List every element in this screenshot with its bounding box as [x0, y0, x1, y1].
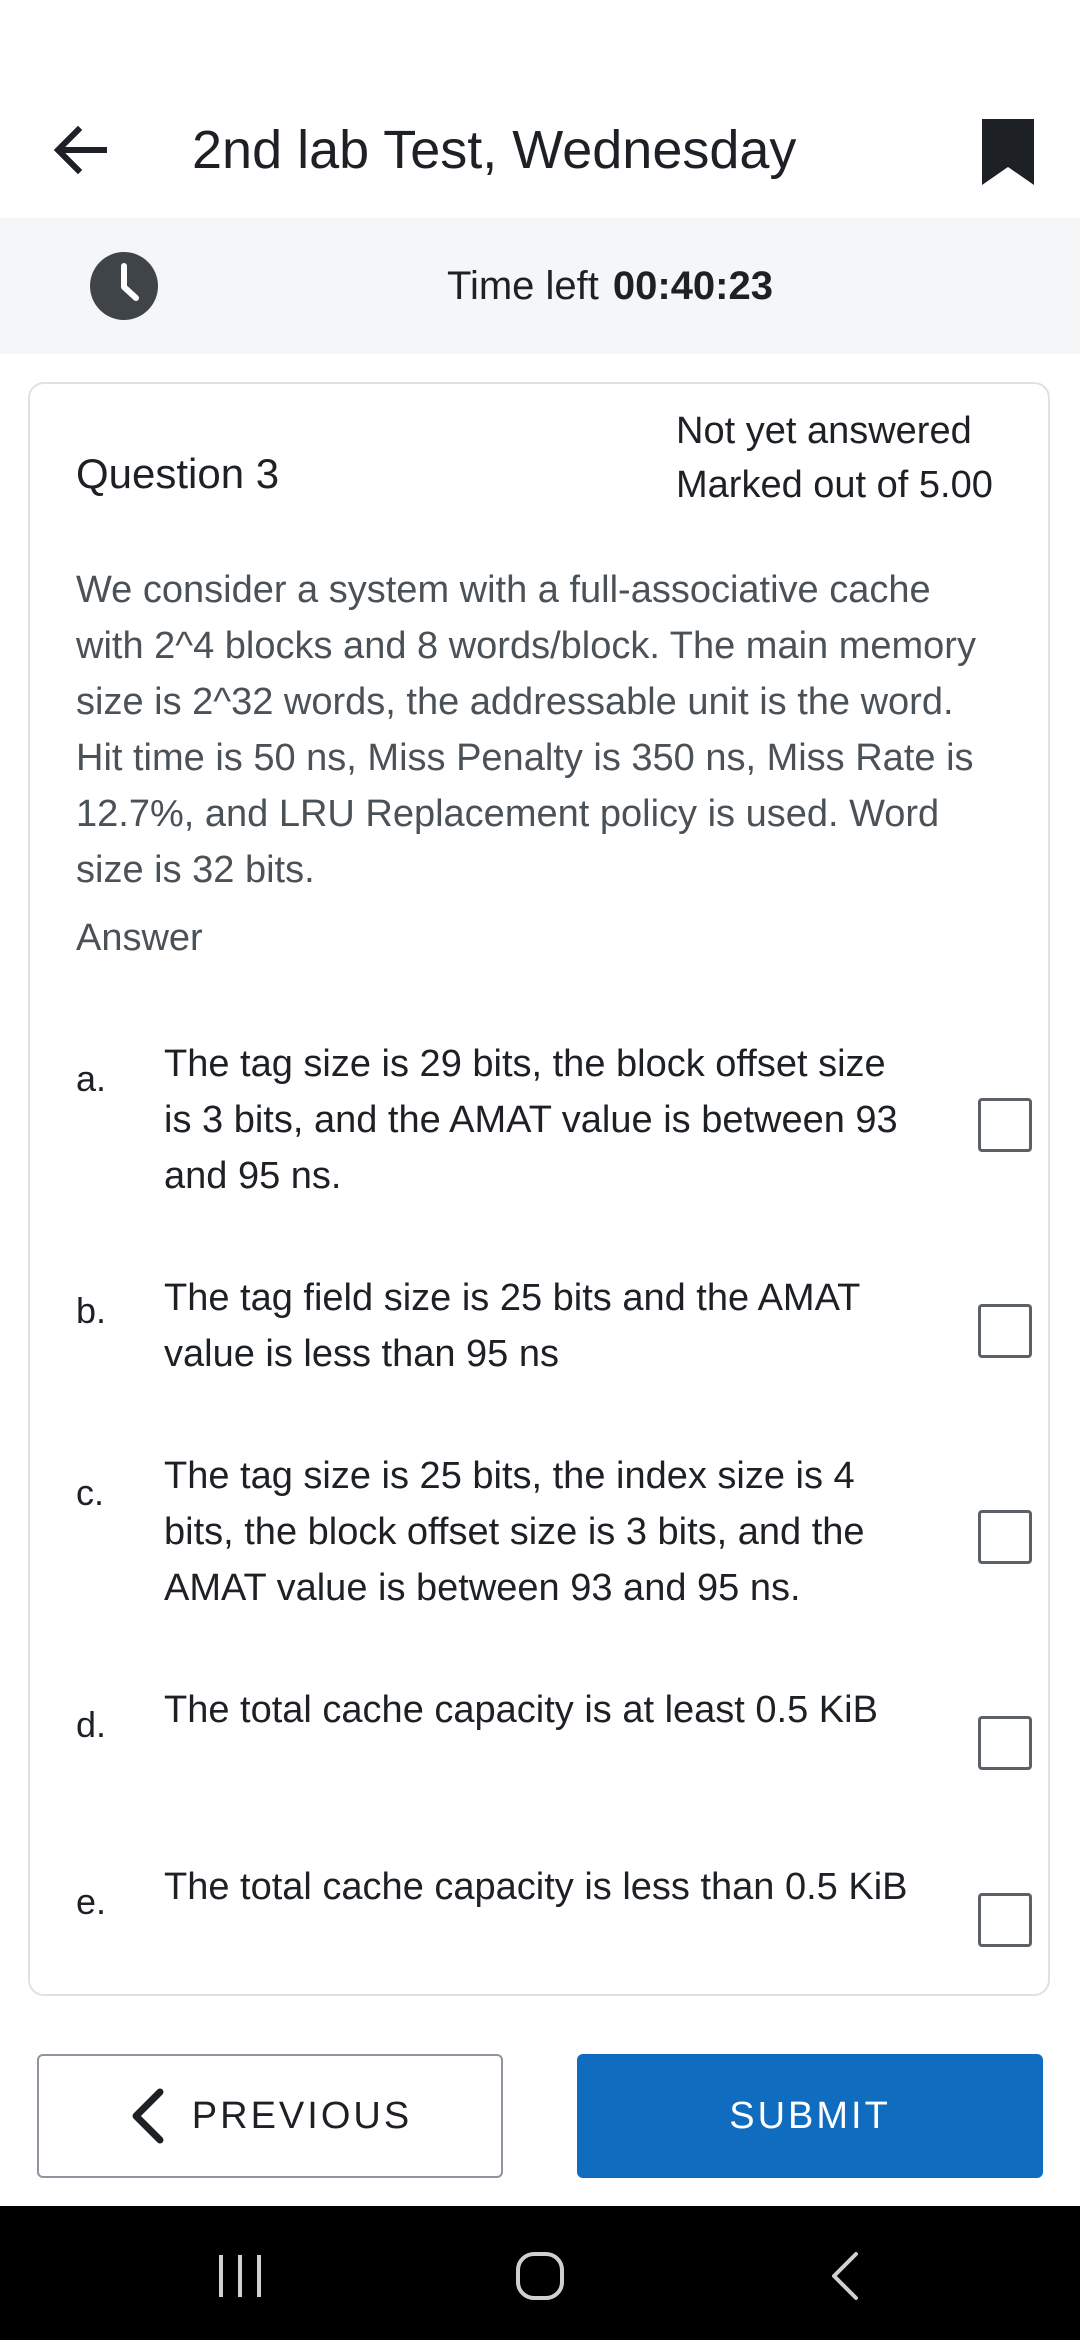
option-letter: b.	[76, 1290, 107, 1331]
option-d-checkbox[interactable]	[978, 1716, 1032, 1770]
previous-button[interactable]: PREVIOUS	[37, 2054, 503, 2178]
option-c-checkbox[interactable]	[978, 1510, 1032, 1564]
chevron-left-icon	[132, 2088, 164, 2144]
question-number: Question 3	[76, 450, 280, 497]
page-title: 2nd lab Test, Wednesday	[192, 120, 797, 180]
answer-status: Not yet answered	[676, 410, 972, 452]
answer-label: Answer	[76, 917, 203, 959]
question-status: Not yet answered Marked out of 5.00	[676, 404, 993, 512]
option-b-checkbox[interactable]	[978, 1304, 1032, 1358]
system-back-button[interactable]	[804, 2236, 884, 2316]
system-nav-bar	[0, 2206, 1080, 2340]
option-text: The total cache capacity is less than 0.…	[164, 1866, 908, 1908]
timer-label: Time left	[447, 263, 599, 308]
recent-apps-button[interactable]	[200, 2236, 280, 2316]
option-letter: c.	[76, 1472, 105, 1513]
question-text: We consider a system with a full-associa…	[76, 569, 976, 891]
timer-display: Time left 00:40:23	[0, 218, 1080, 354]
timer-bar: Time left 00:40:23	[0, 218, 1080, 354]
submit-button[interactable]: SUBMIT	[577, 2054, 1043, 2178]
home-button[interactable]	[500, 2236, 580, 2316]
option-letter: a.	[76, 1058, 107, 1099]
arrow-left-icon	[53, 125, 107, 175]
option-letter: e.	[76, 1881, 107, 1922]
bookmark-button[interactable]	[968, 112, 1048, 192]
recent-apps-icon	[219, 2255, 261, 2297]
option-text: The total cache capacity is at least 0.5…	[164, 1689, 878, 1731]
option-text: The tag field size is 25 bits and the AM…	[164, 1277, 860, 1375]
option-e-checkbox[interactable]	[978, 1893, 1032, 1947]
option-text: The tag size is 29 bits, the block offse…	[164, 1043, 898, 1197]
option-letter: d.	[76, 1704, 107, 1745]
option-a-checkbox[interactable]	[978, 1098, 1032, 1152]
timer-value: 00:40:23	[612, 263, 773, 308]
app-header: 2nd lab Test, Wednesday	[0, 0, 1080, 218]
home-icon	[516, 2252, 564, 2300]
bookmark-icon	[982, 119, 1034, 185]
submit-label: SUBMIT	[729, 2094, 891, 2137]
question-card: Question 3 Not yet answered Marked out o…	[28, 382, 1050, 1996]
chevron-back-icon	[832, 2252, 858, 2300]
previous-label: PREVIOUS	[191, 2094, 413, 2137]
option-text: The tag size is 25 bits, the index size …	[164, 1455, 865, 1609]
back-button[interactable]	[40, 110, 120, 190]
marks-info: Marked out of 5.00	[676, 464, 993, 506]
